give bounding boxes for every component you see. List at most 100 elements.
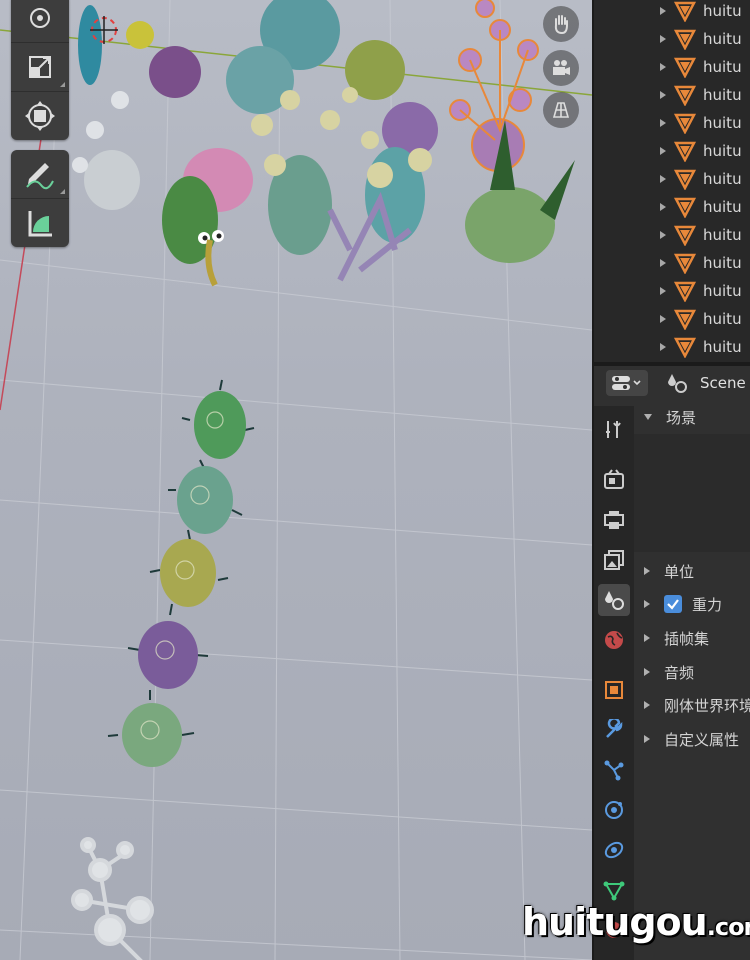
mesh-object-icon <box>673 84 697 110</box>
mesh-object-icon <box>673 168 697 194</box>
tab-object[interactable] <box>598 674 630 706</box>
gravity-checkbox[interactable] <box>664 595 682 613</box>
object-icon <box>605 681 623 699</box>
expand-arrow-icon[interactable] <box>660 35 666 43</box>
tool-submenu-corner <box>60 189 65 194</box>
section-keying-sets[interactable]: 插帧集 <box>634 623 750 653</box>
checkmark-icon <box>667 599 679 610</box>
outliner-item-name: huitu <box>703 226 742 244</box>
printer-icon <box>604 511 624 529</box>
expand-arrow-icon[interactable] <box>660 231 666 239</box>
collapsed-arrow-icon <box>644 701 650 709</box>
mesh-object-icon <box>673 56 697 82</box>
tab-world[interactable] <box>598 624 630 656</box>
outliner-item[interactable]: huitu <box>594 249 750 277</box>
collapsed-arrow-icon <box>644 735 650 743</box>
mesh-object-icon <box>673 28 697 54</box>
outliner-item-name: huitu <box>703 198 742 216</box>
tab-tool[interactable] <box>598 414 630 446</box>
outliner-item[interactable]: huitu <box>594 81 750 109</box>
collapsed-arrow-icon <box>644 634 650 642</box>
outliner-item-name: huitu <box>703 142 742 160</box>
outliner-item[interactable]: huitu <box>594 25 750 53</box>
scene-properties-content: 场景 单位 重力 插帧集 音频 刚体世界环境 自定义属性 <box>634 400 750 960</box>
outliner-panel[interactable]: huitu huitu huitu huitu huitu huitu huitu huitu… <box>592 0 750 362</box>
section-custom-properties[interactable]: 自定义属性 <box>634 724 750 754</box>
collapsed-arrow-icon <box>644 567 650 575</box>
expand-arrow-icon[interactable] <box>660 175 666 183</box>
plant-cluster <box>72 0 575 287</box>
outliner-item[interactable]: huitu <box>594 193 750 221</box>
scale-tool-button[interactable] <box>11 43 69 92</box>
bottom-molecule <box>71 837 154 960</box>
measure-tool-button[interactable] <box>11 199 69 247</box>
section-scene[interactable]: 场景 <box>634 402 750 432</box>
rotate-icon <box>30 8 50 28</box>
wrench-icon <box>606 719 623 738</box>
outliner-item[interactable]: huitu <box>594 305 750 333</box>
tab-view-layer[interactable] <box>598 544 630 576</box>
tab-physics[interactable] <box>598 794 630 826</box>
watermark-main: huitugou <box>522 900 708 944</box>
3d-viewport[interactable] <box>0 0 592 960</box>
constraint-icon <box>604 841 624 859</box>
collapsed-arrow-icon <box>644 600 650 608</box>
perspective-toggle-button[interactable] <box>543 92 579 128</box>
outliner-item-name: huitu <box>703 310 742 328</box>
expanded-arrow-icon <box>644 414 652 420</box>
mesh-object-icon <box>673 280 697 306</box>
expand-arrow-icon[interactable] <box>660 91 666 99</box>
tab-modifiers[interactable] <box>598 714 630 746</box>
outliner-item-name: huitu <box>703 114 742 132</box>
properties-tabs <box>594 406 634 960</box>
scene-name-label: Scene <box>700 374 746 392</box>
outliner-item-name: huitu <box>703 86 742 104</box>
section-units-label: 单位 <box>664 562 695 581</box>
tab-particles[interactable] <box>598 754 630 786</box>
expand-arrow-icon[interactable] <box>660 203 666 211</box>
expand-arrow-icon[interactable] <box>660 63 666 71</box>
hand-icon <box>554 15 568 35</box>
section-scene-label: 场景 <box>666 408 697 427</box>
outliner-item-name: huitu <box>703 338 742 356</box>
outliner-item[interactable]: huitu <box>594 165 750 193</box>
tab-output[interactable] <box>598 504 630 536</box>
expand-arrow-icon[interactable] <box>660 315 666 323</box>
particles-icon <box>604 760 624 781</box>
tab-render[interactable] <box>598 464 630 496</box>
properties-editor-icon <box>612 376 641 390</box>
expand-arrow-icon[interactable] <box>660 259 666 267</box>
screwdriver-wrench-icon <box>606 421 621 438</box>
outliner-item[interactable]: huitu <box>594 221 750 249</box>
watermark-suffix: .com <box>706 913 750 941</box>
tab-scene[interactable] <box>598 584 630 616</box>
rotate-tool-button[interactable] <box>11 0 69 43</box>
outliner-item[interactable]: huitu <box>594 0 750 25</box>
expand-arrow-icon[interactable] <box>660 287 666 295</box>
collapsed-arrow-icon <box>644 668 650 676</box>
section-rigid-body-world[interactable]: 刚体世界环境 <box>634 690 750 720</box>
mesh-object-icon <box>673 112 697 138</box>
tab-constraints[interactable] <box>598 834 630 866</box>
camera-view-button[interactable] <box>543 50 579 86</box>
mesh-object-icon <box>673 140 697 166</box>
outliner-item[interactable]: huitu <box>594 53 750 81</box>
outliner-item[interactable]: huitu <box>594 333 750 361</box>
editor-type-button[interactable] <box>606 370 648 396</box>
pan-view-button[interactable] <box>543 6 579 42</box>
outliner-item-name: huitu <box>703 30 742 48</box>
expand-arrow-icon[interactable] <box>660 147 666 155</box>
outliner-item[interactable]: huitu <box>594 109 750 137</box>
annotate-tool-button[interactable] <box>11 150 69 199</box>
section-units[interactable]: 单位 <box>634 556 750 586</box>
outliner-item[interactable]: huitu <box>594 137 750 165</box>
section-audio[interactable]: 音频 <box>634 657 750 687</box>
outliner-item[interactable]: huitu <box>594 277 750 305</box>
expand-arrow-icon[interactable] <box>660 7 666 15</box>
expand-arrow-icon[interactable] <box>660 343 666 351</box>
expand-arrow-icon[interactable] <box>660 119 666 127</box>
transform-tool-button[interactable] <box>11 92 69 140</box>
outliner-item-name: huitu <box>703 170 742 188</box>
section-gravity[interactable]: 重力 <box>634 589 750 619</box>
properties-panel: Scene 场景 单位 重力 插帧集 音频 刚体世界环境 自定义属性 <box>592 366 750 960</box>
